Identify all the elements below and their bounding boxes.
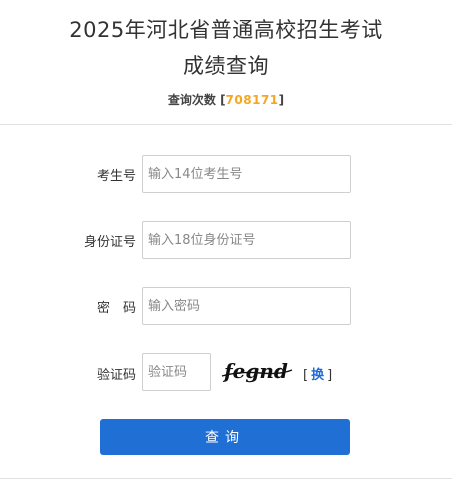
password-input[interactable] [142,287,351,325]
page-title-line2: 成绩查询 [183,54,269,78]
score-query-page: 2025年河北省普通高校招生考试 成绩查询 查询次数 [708171] 考生号 … [0,0,452,502]
query-button[interactable]: 查询 [100,419,350,455]
exam-number-label: 考生号 [96,169,136,184]
captcha-text: fegnd [222,359,288,383]
query-count: 查询次数 [708171] [0,91,452,108]
id-number-label: 身份证号 [83,235,136,250]
password-label: 密 码 [96,301,136,316]
captcha-input[interactable] [142,353,211,391]
refresh-bracket-close: ] [327,368,333,383]
divider-bottom [0,478,452,479]
query-count-value: 708171 [225,93,279,107]
exam-number-input[interactable] [142,155,351,193]
query-count-label: 查询次数 [167,93,216,107]
page-title-line1: 2025年河北省普通高校招生考试 [69,18,383,42]
refresh-bracket-open: [ [303,368,309,383]
bracket-close: ] [278,93,285,107]
id-number-input[interactable] [142,221,351,259]
captcha-refresh-link[interactable]: 换 [311,368,324,383]
captcha-refresh: [换] [303,364,332,383]
divider-top [0,124,452,125]
captcha-label: 验证码 [96,368,136,383]
captcha-image[interactable]: fegnd [220,356,294,386]
